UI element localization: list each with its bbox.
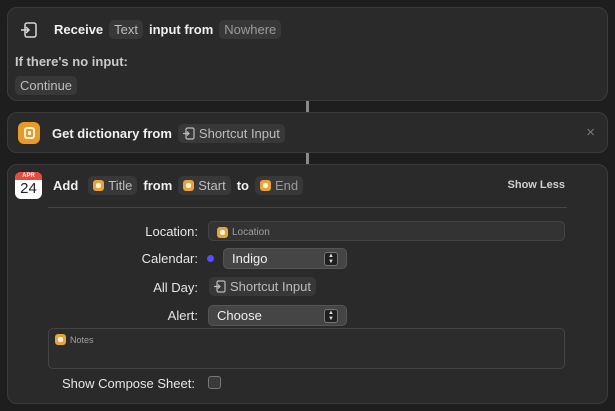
receive-action-card: Receive Text input from Nowhere If there…: [7, 7, 608, 101]
variable-icon: [93, 180, 105, 191]
calendar-month: APR: [15, 172, 42, 180]
continue-token[interactable]: Continue: [15, 76, 78, 95]
location-placeholder-label: Location: [232, 227, 270, 238]
variable-icon: [183, 180, 195, 191]
dictionary-app-icon: [18, 122, 40, 144]
location-label: Location:: [145, 224, 198, 239]
add-event-card: APR 24 Add Title from Start to End Show …: [7, 164, 608, 404]
chevron-updown-icon: ▲ ▼: [324, 308, 338, 323]
end-token[interactable]: End: [255, 176, 304, 195]
compose-sheet-checkbox[interactable]: [208, 376, 221, 389]
to-label: to: [236, 178, 249, 193]
add-label: Add: [53, 178, 79, 193]
alert-select[interactable]: Choose ▲ ▼: [208, 305, 347, 326]
calendar-select[interactable]: Indigo ▲ ▼: [223, 248, 347, 269]
chevron-updown-icon: ▲ ▼: [324, 251, 338, 266]
receive-icon: [20, 21, 38, 39]
notes-field[interactable]: Notes: [48, 328, 565, 369]
start-token-label: Start: [198, 178, 226, 193]
dictionary-source-token[interactable]: Shortcut Input: [177, 123, 285, 143]
connector-line: [306, 153, 309, 164]
connector-line: [306, 101, 309, 112]
notes-placeholder-label: Notes: [70, 334, 94, 345]
shortcut-input-icon: [214, 280, 226, 293]
input-type-token[interactable]: Text: [109, 20, 143, 39]
location-placeholder: Location: [209, 224, 278, 241]
input-source-token[interactable]: Nowhere: [219, 20, 282, 39]
shortcut-input-icon: [182, 126, 195, 140]
calendar-app-icon: APR 24: [15, 172, 42, 199]
end-token-label: End: [275, 178, 299, 193]
title-token-label: Title: [108, 178, 133, 193]
title-token[interactable]: Title: [88, 176, 138, 195]
all-day-token-label: Shortcut Input: [230, 279, 311, 294]
header-divider: [48, 207, 567, 208]
receive-label: Receive: [54, 22, 104, 37]
notes-placeholder: Notes: [49, 332, 100, 347]
calendar-label: Calendar:: [141, 251, 198, 266]
variable-icon: [260, 180, 271, 191]
from-label: from: [143, 178, 173, 193]
calendar-color-dot: [207, 255, 214, 262]
all-day-token[interactable]: Shortcut Input: [209, 277, 316, 296]
alert-label: Alert:: [167, 308, 198, 323]
alert-select-value: Choose: [217, 308, 262, 323]
get-dictionary-label: Get dictionary from: [52, 125, 172, 141]
calendar-select-value: Indigo: [232, 251, 268, 266]
variable-icon: [217, 227, 228, 238]
no-input-label: If there's no input:: [15, 54, 128, 69]
all-day-label: All Day:: [153, 280, 198, 295]
dictionary-source-label: Shortcut Input: [198, 125, 280, 141]
compose-sheet-label: Show Compose Sheet:: [62, 376, 195, 391]
location-field[interactable]: Location: [208, 221, 565, 241]
remove-action-icon[interactable]: ×: [586, 124, 595, 141]
show-less-button[interactable]: Show Less: [508, 179, 565, 191]
start-token[interactable]: Start: [178, 176, 231, 195]
input-from-label: input from: [149, 22, 214, 37]
variable-icon: [55, 334, 66, 345]
calendar-day: 24: [20, 180, 37, 197]
get-dictionary-card: Get dictionary from Shortcut Input ×: [7, 112, 608, 153]
